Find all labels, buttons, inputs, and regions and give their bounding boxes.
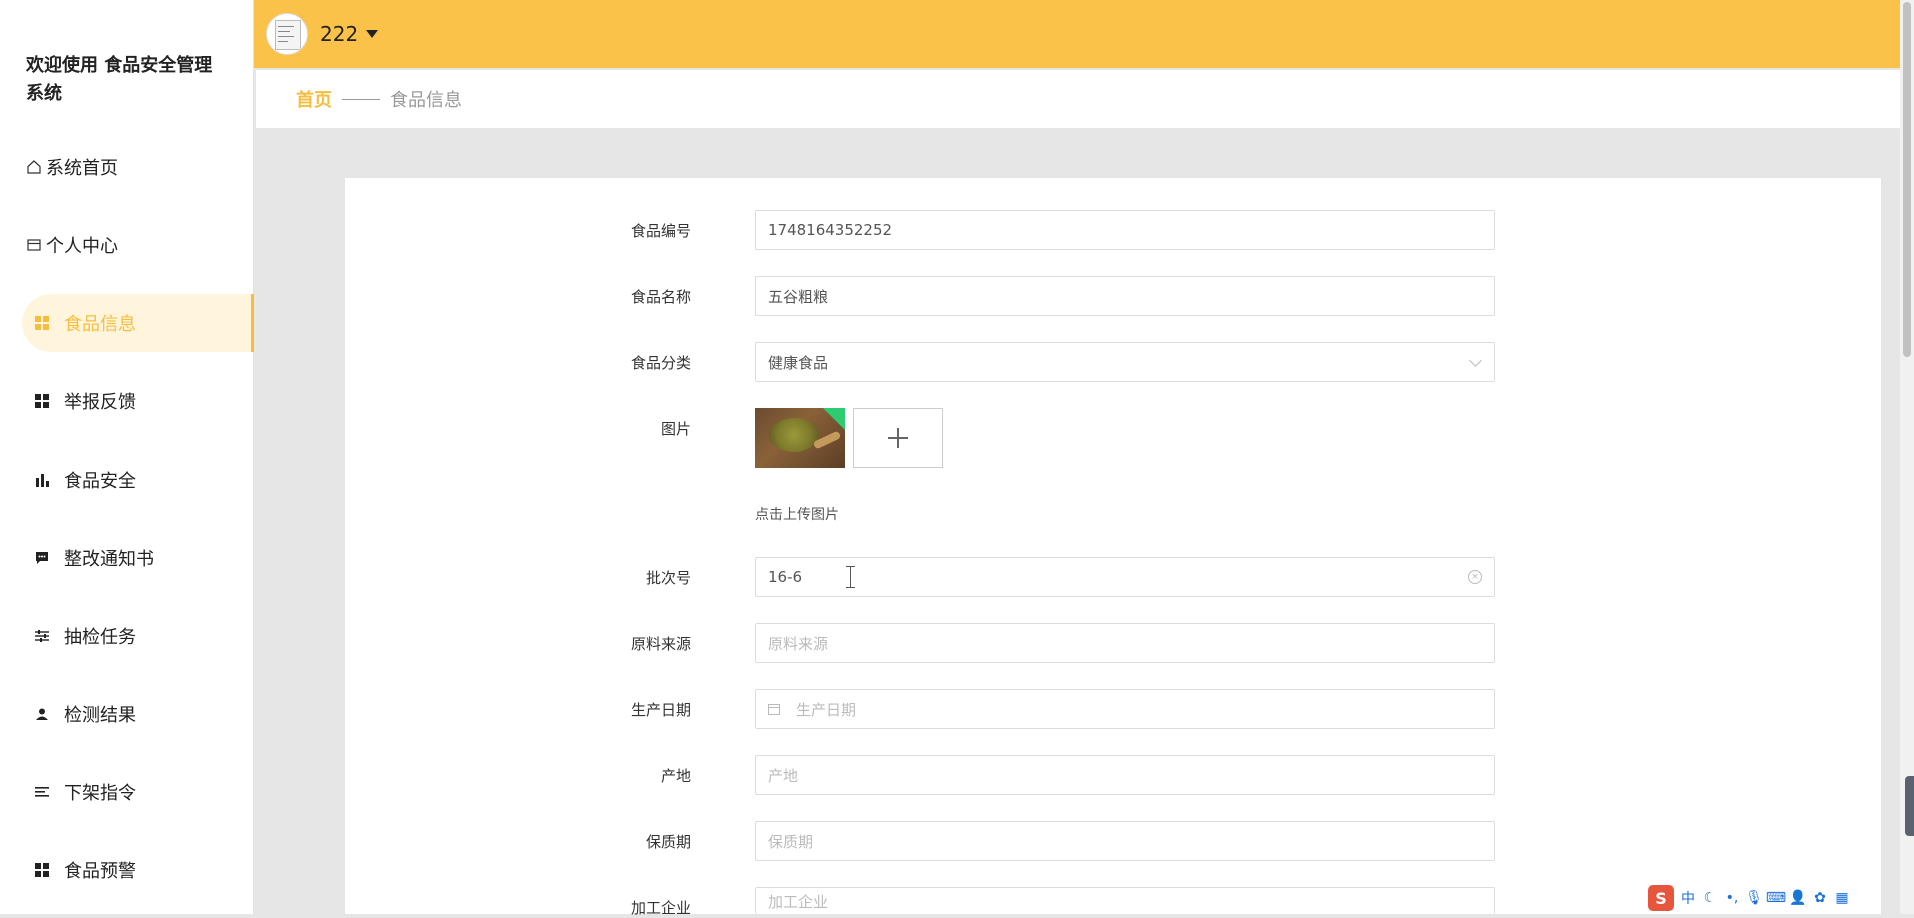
processor-input[interactable]: 加工企业 bbox=[755, 887, 1495, 914]
home-icon bbox=[24, 157, 44, 177]
batch-input[interactable]: 16-6 × bbox=[755, 557, 1495, 597]
upload-image-button[interactable] bbox=[853, 408, 943, 468]
origin-input[interactable]: 产地 bbox=[755, 755, 1495, 795]
breadcrumb-current: 食品信息 bbox=[390, 90, 462, 111]
document-thumbnail-icon bbox=[275, 20, 301, 50]
scrollbar-thumb[interactable] bbox=[1903, 2, 1911, 357]
caret-down-icon[interactable] bbox=[366, 30, 379, 38]
app-title: 欢迎使用 食品安全管理 系统 bbox=[26, 55, 213, 104]
ime-toolbar: S 中 ☾ •, 🎙 ⌨ 👤 ✿ ▦ bbox=[1648, 884, 1880, 912]
sidebar-item-home[interactable]: 系统首页 bbox=[22, 138, 254, 196]
food-name-input[interactable]: 五谷粗粮 bbox=[755, 276, 1495, 316]
production-date-picker[interactable]: 生产日期 bbox=[755, 689, 1495, 729]
image-label: 图片 bbox=[660, 420, 691, 438]
material-source-input[interactable]: 原料来源 bbox=[755, 623, 1495, 663]
sidebar-item-food-warning[interactable]: 食品预警 bbox=[22, 841, 254, 899]
card-icon bbox=[24, 235, 44, 255]
clear-icon[interactable]: × bbox=[1468, 570, 1482, 584]
text-cursor-icon bbox=[846, 566, 855, 588]
punctuation-icon[interactable]: •, bbox=[1724, 890, 1740, 906]
material-source-label: 原料来源 bbox=[630, 635, 691, 653]
grid-icon bbox=[32, 313, 52, 333]
production-date-label: 生产日期 bbox=[630, 701, 691, 719]
batch-label: 批次号 bbox=[645, 569, 691, 587]
shelf-life-input[interactable]: 保质期 bbox=[755, 821, 1495, 861]
sidebar-item-profile[interactable]: 个人中心 bbox=[22, 216, 254, 274]
sidebar: 欢迎使用 食品安全管理 系统 系统首页 个人中心 食品信息 举报反馈 食品安全 bbox=[0, 0, 254, 914]
chat-icon bbox=[32, 548, 52, 568]
food-code-input[interactable]: 1748164352252 bbox=[755, 210, 1495, 250]
sidebar-item-food-info[interactable]: 食品信息 bbox=[22, 294, 254, 352]
sidebar-item-inspection-task[interactable]: 抽检任务 bbox=[22, 607, 254, 665]
sidebar-item-report-feedback[interactable]: 举报反馈 bbox=[22, 372, 254, 430]
form-card: 食品编号 1748164352252 食品名称 五谷粗粮 食品分类 健康食品 图… bbox=[345, 178, 1881, 917]
food-code-label: 食品编号 bbox=[630, 222, 691, 240]
toolbox-icon[interactable]: ▦ bbox=[1834, 890, 1850, 906]
grid-icon bbox=[32, 391, 52, 411]
breadcrumb-home[interactable]: 首页 bbox=[296, 86, 332, 112]
top-bar: 222 bbox=[254, 0, 1900, 68]
avatar[interactable] bbox=[266, 13, 308, 55]
sidebar-item-delist-order[interactable]: 下架指令 bbox=[22, 763, 254, 821]
bar-chart-icon bbox=[32, 470, 52, 490]
user-icon bbox=[32, 704, 52, 724]
chevron-down-icon bbox=[1469, 354, 1482, 367]
sogou-logo-icon[interactable]: S bbox=[1648, 885, 1674, 911]
breadcrumb-separator bbox=[342, 98, 380, 100]
ime-mode-toggle[interactable]: 中 bbox=[1680, 888, 1696, 908]
processor-label: 加工企业 bbox=[630, 899, 691, 917]
category-label: 食品分类 bbox=[630, 354, 691, 372]
sidebar-item-rectification-notice[interactable]: 整改通知书 bbox=[22, 529, 254, 587]
shelf-life-label: 保质期 bbox=[645, 833, 691, 851]
breadcrumb: 首页 食品信息 bbox=[256, 70, 1900, 129]
sidebar-item-test-results[interactable]: 检测结果 bbox=[22, 685, 254, 743]
skin-icon[interactable]: ✿ bbox=[1812, 890, 1828, 906]
user-settings-icon[interactable]: 👤 bbox=[1789, 890, 1806, 906]
sidebar-item-food-safety[interactable]: 食品安全 bbox=[22, 451, 254, 509]
microphone-icon[interactable]: 🎙 bbox=[1745, 890, 1763, 906]
calendar-icon bbox=[768, 703, 780, 715]
list-icon bbox=[32, 782, 52, 802]
username[interactable]: 222 bbox=[320, 22, 358, 46]
plus-icon bbox=[888, 428, 908, 448]
side-panel-tab[interactable] bbox=[1905, 776, 1914, 836]
category-select[interactable]: 健康食品 bbox=[755, 342, 1495, 382]
keyboard-icon[interactable]: ⌨ bbox=[1766, 890, 1786, 906]
sliders-icon bbox=[32, 626, 52, 646]
upload-hint: 点击上传图片 bbox=[755, 507, 839, 523]
uploaded-image-thumbnail[interactable] bbox=[755, 408, 845, 468]
food-name-label: 食品名称 bbox=[630, 288, 691, 306]
grid-icon bbox=[32, 860, 52, 880]
moon-icon[interactable]: ☾ bbox=[1702, 890, 1718, 906]
origin-label: 产地 bbox=[660, 767, 691, 785]
